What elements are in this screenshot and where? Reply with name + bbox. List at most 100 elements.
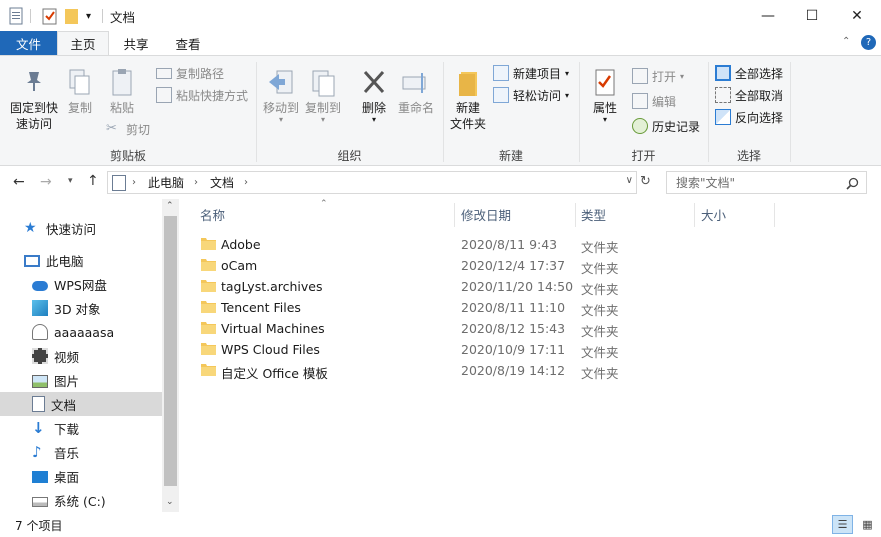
collapse-ribbon-icon[interactable]: ⌃	[842, 36, 850, 47]
nav-item-system-drive[interactable]: 系统 (C:)	[0, 488, 162, 512]
refresh-icon[interactable]: ↻	[640, 174, 651, 189]
cube-icon	[32, 300, 48, 316]
copy-path-button[interactable]: 复制路径	[156, 63, 224, 83]
recent-locations-icon[interactable]: ▾	[68, 176, 73, 186]
search-input[interactable]: 搜索"文档"	[666, 171, 867, 194]
document-icon	[32, 396, 45, 412]
paste-shortcut-button[interactable]: 粘贴快捷方式	[156, 85, 248, 105]
nav-item-downloads[interactable]: ↓ 下载	[0, 416, 162, 440]
copy-to-button[interactable]: 复制到 ▾	[304, 68, 342, 124]
table-row[interactable]: WPS Cloud Files 2020/10/9 17:11 文件夹	[179, 339, 881, 360]
open-button[interactable]: 打开 ▾	[632, 66, 684, 86]
file-modified: 2020/8/11 11:10	[461, 300, 566, 315]
file-modified: 2020/8/11 9:43	[461, 237, 558, 252]
nav-scrollbar[interactable]: ⌃ ⌄	[162, 199, 179, 512]
rename-icon	[402, 73, 426, 93]
properties-button[interactable]: 属性 ▾	[588, 68, 622, 124]
copy-button[interactable]: 复制	[64, 68, 96, 116]
paste-button[interactable]: 粘贴	[105, 68, 139, 116]
history-button[interactable]: 历史记录	[632, 116, 700, 136]
new-folder-button[interactable]: 新建 文件夹	[448, 68, 488, 132]
details-view-icon[interactable]: ☰	[832, 515, 853, 534]
invert-selection-button[interactable]: 反向选择	[715, 107, 783, 127]
column-header-size[interactable]: 大小	[701, 199, 726, 229]
new-item-button[interactable]: 新建项目 ▾	[493, 63, 569, 83]
column-header-modified[interactable]: 修改日期	[461, 199, 511, 229]
nav-item-this-pc[interactable]: 此电脑	[0, 248, 162, 272]
edit-button[interactable]: 编辑	[632, 91, 676, 111]
cut-label: 剪切	[126, 122, 151, 137]
tab-view[interactable]: 查看	[164, 31, 212, 55]
tab-share[interactable]: 共享	[112, 31, 160, 55]
table-row[interactable]: Virtual Machines 2020/8/12 15:43 文件夹	[179, 318, 881, 339]
tab-file[interactable]: 文件	[0, 31, 57, 55]
ribbon-divider	[790, 62, 791, 162]
desktop-icon	[32, 471, 48, 483]
file-name: Tencent Files	[221, 300, 301, 315]
nav-item-user[interactable]: aaaaaasa	[0, 320, 162, 344]
close-button[interactable]: ✕	[834, 0, 880, 31]
nav-item-videos[interactable]: 视频	[0, 344, 162, 368]
easy-access-button[interactable]: 轻松访问 ▾	[493, 85, 569, 105]
breadcrumb-separator-icon: ›	[194, 177, 199, 188]
table-row[interactable]: Tencent Files 2020/8/11 11:10 文件夹	[179, 297, 881, 318]
large-icons-view-icon[interactable]: ▦	[857, 515, 878, 534]
customize-qa-icon[interactable]: ▾	[86, 6, 91, 26]
move-to-button[interactable]: 移动到 ▾	[262, 68, 300, 124]
table-row[interactable]: 自定义 Office 模板 2020/8/19 14:12 文件夹	[179, 360, 881, 381]
column-divider[interactable]	[575, 203, 576, 227]
address-dropdown-icon[interactable]: ∨	[626, 175, 633, 186]
nav-item-documents[interactable]: 文档	[0, 392, 162, 416]
nav-item-desktop[interactable]: 桌面	[0, 464, 162, 488]
navigation-pane: ★ 快速访问 此电脑 WPS网盘 3D 对象 aaaaaasa 视频 图片 文档 …	[0, 199, 179, 512]
select-none-button[interactable]: 全部取消	[715, 85, 783, 105]
item-count: 7 个项目	[15, 519, 63, 533]
scroll-up-icon[interactable]: ⌃	[166, 201, 174, 211]
nav-item-3d-objects[interactable]: 3D 对象	[0, 296, 162, 320]
forward-arrow-icon[interactable]: →	[40, 174, 52, 190]
nav-item-pictures[interactable]: 图片	[0, 368, 162, 392]
tab-home[interactable]: 主页	[57, 31, 109, 55]
column-header-name[interactable]: 名称	[200, 199, 225, 229]
breadcrumb-this-pc[interactable]: 此电脑	[148, 174, 184, 191]
cut-button[interactable]: ✂ 剪切	[106, 119, 150, 139]
pin-quick-access-button[interactable]: 固定到快 速访问	[6, 68, 62, 132]
scroll-thumb[interactable]	[164, 216, 177, 486]
invert-selection-icon	[715, 109, 731, 125]
maximize-button[interactable]: ☐	[789, 0, 835, 31]
new-item-label: 新建项目	[513, 66, 562, 81]
folder-icon	[201, 342, 216, 355]
select-all-button[interactable]: 全部选择	[715, 63, 783, 83]
breadcrumb-documents[interactable]: 文档	[210, 174, 234, 191]
help-icon[interactable]: ?	[861, 35, 876, 50]
paste-icon	[112, 69, 132, 96]
new-folder-qa-icon[interactable]	[64, 6, 80, 26]
column-header-type[interactable]: 类型	[581, 199, 606, 229]
group-label-open: 打开	[631, 149, 656, 163]
nav-item-quick-access[interactable]: ★ 快速访问	[0, 216, 162, 240]
address-bar[interactable]: › 此电脑 › 文档 › ∨	[107, 171, 637, 194]
table-row[interactable]: tagLyst.archives 2020/11/20 14:50 文件夹	[179, 276, 881, 297]
copy-path-icon	[156, 67, 172, 79]
sort-ascending-icon: ⌃	[320, 199, 328, 209]
back-arrow-icon[interactable]: ←	[13, 174, 25, 190]
qa-divider	[30, 9, 31, 23]
paste-label: 粘贴	[109, 101, 134, 115]
scroll-down-icon[interactable]: ⌄	[166, 497, 174, 507]
rename-button[interactable]: 重命名	[396, 68, 436, 116]
pin-label-1: 固定到快	[9, 101, 58, 115]
nav-item-wps-cloud[interactable]: WPS网盘	[0, 272, 162, 296]
rename-label: 重命名	[397, 101, 434, 115]
history-icon	[632, 118, 648, 134]
up-arrow-icon[interactable]: ↑	[87, 173, 99, 189]
table-row[interactable]: oCam 2020/12/4 17:37 文件夹	[179, 255, 881, 276]
copy-to-icon	[312, 70, 335, 97]
column-divider[interactable]	[694, 203, 695, 227]
delete-button[interactable]: 删除 ▾	[356, 68, 392, 124]
properties-qa-icon[interactable]	[42, 6, 58, 26]
column-divider[interactable]	[454, 203, 455, 227]
table-row[interactable]: Adobe 2020/8/11 9:43 文件夹	[179, 234, 881, 255]
nav-item-music[interactable]: ♪ 音乐	[0, 440, 162, 464]
column-divider[interactable]	[774, 203, 775, 227]
minimize-button[interactable]: —	[745, 0, 791, 31]
